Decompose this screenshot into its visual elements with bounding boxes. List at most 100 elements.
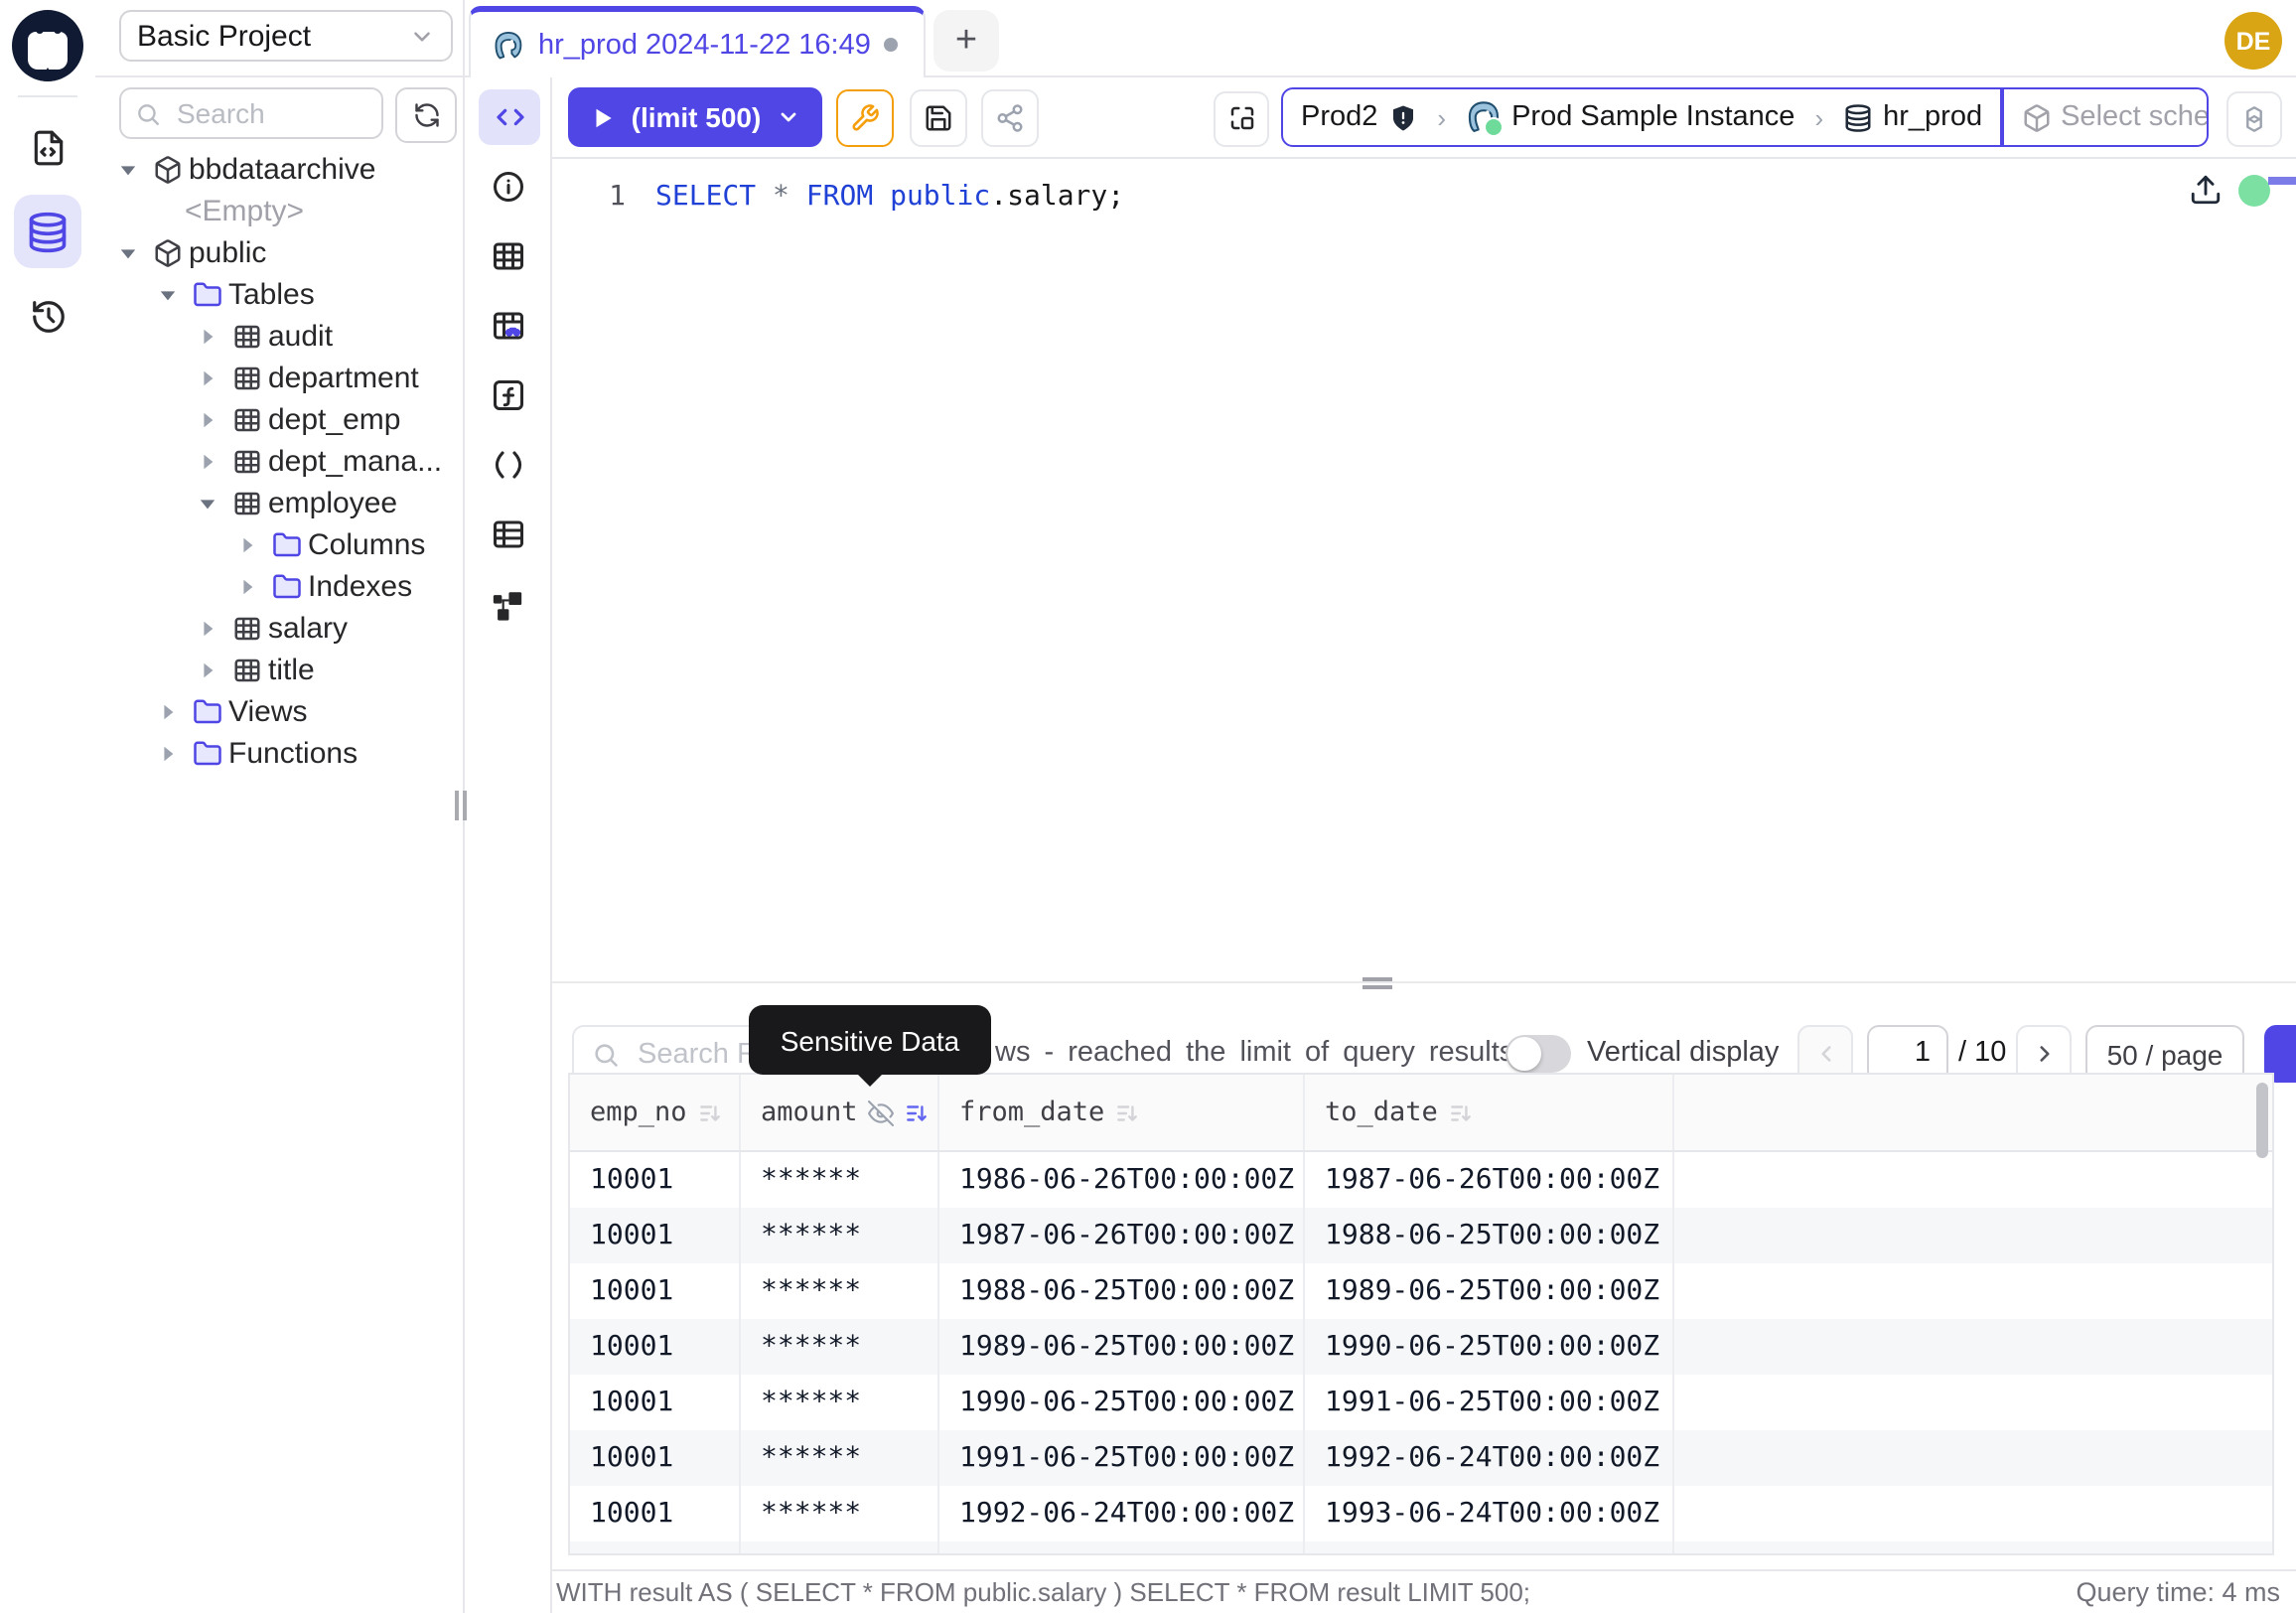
ai-assistant-button[interactable] (2226, 90, 2282, 146)
tree-item[interactable]: bbdataarchive (95, 149, 461, 191)
table-cell[interactable]: 1992-06-24T00:00:00Z (939, 1486, 1305, 1541)
table-row[interactable]: 10001******1988-06-25T00:00:00Z1989-06-2… (570, 1263, 2272, 1319)
tree-item[interactable]: public (95, 232, 461, 274)
tree-item[interactable]: Functions (95, 733, 461, 775)
upload-icon[interactable] (2189, 173, 2223, 207)
tree-item[interactable]: Tables (95, 274, 461, 316)
tree-item[interactable]: title (95, 650, 461, 691)
new-tab-button[interactable]: + (933, 10, 999, 72)
caret-right-icon[interactable] (199, 453, 232, 471)
table-cell[interactable]: ****** (741, 1375, 939, 1430)
table-cell[interactable]: 1987-06-26T00:00:00Z (939, 1208, 1305, 1263)
sort-icon[interactable] (904, 1100, 930, 1125)
functions-panel-button[interactable] (487, 373, 528, 415)
procedures-panel-button[interactable] (487, 443, 528, 485)
table-row[interactable]: 10001******1993-06-24T00:00:00Z1994-06-2… (570, 1541, 2272, 1555)
table-cell[interactable]: 10001 (570, 1486, 741, 1541)
breadcrumb-database[interactable]: hr_prod (1825, 89, 2000, 145)
table-row[interactable]: 10001******1992-06-24T00:00:00Z1993-06-2… (570, 1486, 2272, 1541)
table-cell[interactable]: 10001 (570, 1152, 741, 1208)
tab-hr-prod[interactable]: hr_prod 2024-11-22 16:49 (469, 6, 926, 77)
share-button[interactable] (981, 89, 1039, 147)
tree-item[interactable]: Columns (95, 524, 461, 566)
vertical-display-toggle[interactable] (1506, 1035, 1571, 1073)
column-header-amount[interactable]: amount (741, 1075, 939, 1150)
caret-right-icon[interactable] (159, 745, 193, 763)
tree-item[interactable]: employee (95, 483, 461, 524)
tree-item[interactable]: <Empty> (95, 191, 461, 232)
table-cell[interactable]: 1993-06-24T00:00:00Z (1305, 1486, 1674, 1541)
caret-right-icon[interactable] (159, 703, 193, 721)
column-header-to_date[interactable]: to_date (1305, 1075, 1674, 1150)
batch-query-button[interactable] (1214, 90, 1269, 146)
caret-right-icon[interactable] (238, 536, 272, 554)
sidebar-search[interactable] (119, 87, 383, 139)
tree-item[interactable]: dept_mana... (95, 441, 461, 483)
tree-item[interactable]: dept_emp (95, 399, 461, 441)
table-row[interactable]: 10001******1989-06-25T00:00:00Z1990-06-2… (570, 1319, 2272, 1375)
table-cell[interactable]: 1988-06-25T00:00:00Z (939, 1263, 1305, 1319)
column-header-from_date[interactable]: from_date (939, 1075, 1305, 1150)
tree-item[interactable]: salary (95, 608, 461, 650)
table-cell[interactable]: 1991-06-25T00:00:00Z (1305, 1375, 1674, 1430)
table-sensitive-button[interactable] (487, 304, 528, 346)
table-info-button[interactable] (487, 234, 528, 276)
table-cell[interactable]: 1990-06-25T00:00:00Z (939, 1375, 1305, 1430)
schema-selector[interactable]: Select schema (2003, 89, 2209, 145)
sidebar-search-input[interactable] (173, 95, 359, 131)
caret-right-icon[interactable] (238, 578, 272, 596)
table-cell[interactable]: ****** (741, 1430, 939, 1486)
databases-nav-button[interactable] (14, 195, 81, 268)
run-query-button[interactable]: (limit 500) (568, 87, 822, 147)
format-sql-button[interactable] (836, 89, 894, 147)
table-cell[interactable]: 10001 (570, 1319, 741, 1375)
caret-down-icon[interactable] (159, 286, 193, 304)
caret-right-icon[interactable] (199, 411, 232, 429)
table-cell[interactable]: ****** (741, 1152, 939, 1208)
table-cell[interactable]: 10001 (570, 1263, 741, 1319)
table-vertical-scrollbar[interactable] (2256, 1083, 2268, 1158)
table-row[interactable]: 10001******1990-06-25T00:00:00Z1991-06-2… (570, 1375, 2272, 1430)
tree-item[interactable]: audit (95, 316, 461, 358)
table-cell[interactable]: ****** (741, 1541, 939, 1555)
table-cell[interactable]: ****** (741, 1486, 939, 1541)
table-cell[interactable]: 1986-06-26T00:00:00Z (939, 1152, 1305, 1208)
tree-item[interactable]: Views (95, 691, 461, 733)
table-cell[interactable]: 1989-06-25T00:00:00Z (1305, 1263, 1674, 1319)
caret-right-icon[interactable] (199, 620, 232, 638)
tree-item[interactable]: Indexes (95, 566, 461, 608)
caret-right-icon[interactable] (199, 328, 232, 346)
table-cell[interactable]: 1993-06-24T00:00:00Z (939, 1541, 1305, 1555)
refresh-button[interactable] (395, 87, 457, 143)
table-cell[interactable]: 10001 (570, 1208, 741, 1263)
tree-item[interactable]: department (95, 358, 461, 399)
sql-editor[interactable]: 1 SELECT * FROM public.salary; (552, 159, 2296, 981)
column-header-emp_no[interactable]: emp_no (570, 1075, 741, 1150)
table-cell[interactable]: ****** (741, 1263, 939, 1319)
sort-icon[interactable] (1114, 1100, 1140, 1125)
worksheets-nav-button[interactable] (14, 113, 81, 181)
table-cell[interactable]: ****** (741, 1319, 939, 1375)
caret-down-icon[interactable] (119, 161, 153, 179)
history-nav-button[interactable] (14, 282, 81, 350)
bytebase-logo-icon[interactable] (12, 10, 83, 81)
table-row[interactable]: 10001******1986-06-26T00:00:00Z1987-06-2… (570, 1152, 2272, 1208)
table-cell[interactable]: 1990-06-25T00:00:00Z (1305, 1319, 1674, 1375)
table-cell[interactable]: 10001 (570, 1541, 741, 1555)
caret-right-icon[interactable] (199, 661, 232, 679)
user-avatar[interactable]: DE (2224, 12, 2282, 70)
external-tables-button[interactable] (487, 513, 528, 554)
save-button[interactable] (910, 89, 967, 147)
table-row[interactable]: 10001******1987-06-26T00:00:00Z1988-06-2… (570, 1208, 2272, 1263)
sort-icon[interactable] (1448, 1100, 1474, 1125)
table-row[interactable]: 10001******1991-06-25T00:00:00Z1992-06-2… (570, 1430, 2272, 1486)
breadcrumb-environment[interactable]: Prod2 (1283, 89, 1435, 145)
table-cell[interactable]: 1994-06-24T00:00:00Z (1305, 1541, 1674, 1555)
table-cell[interactable]: 1987-06-26T00:00:00Z (1305, 1152, 1674, 1208)
schema-diagram-button[interactable] (487, 584, 528, 626)
project-selector[interactable]: Basic Project (119, 10, 453, 62)
table-cell[interactable]: ****** (741, 1208, 939, 1263)
caret-right-icon[interactable] (199, 369, 232, 387)
table-cell[interactable]: 10001 (570, 1430, 741, 1486)
table-cell[interactable]: 1992-06-24T00:00:00Z (1305, 1430, 1674, 1486)
